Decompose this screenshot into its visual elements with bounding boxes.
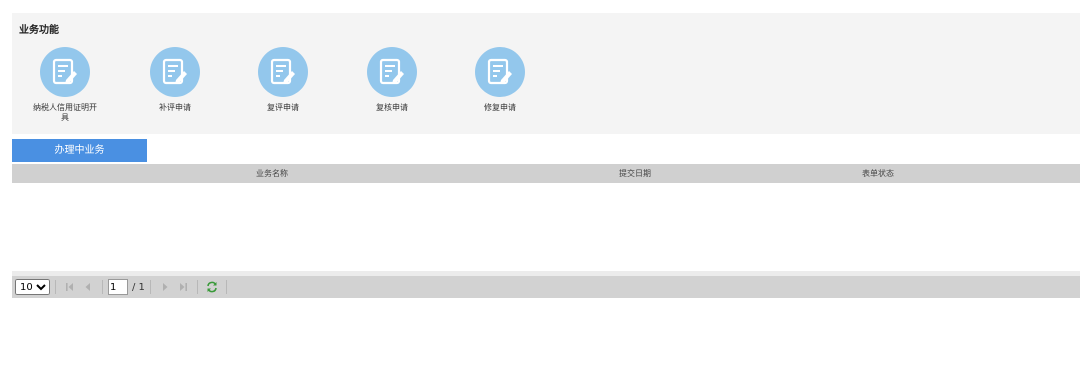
edit-document-icon[interactable] (367, 47, 417, 97)
column-header-form-status[interactable]: 表单状态 (862, 164, 894, 183)
divider (225, 280, 227, 294)
business-functions-panel: 业务功能 纳税人信用证明开具 补评申请 复评申请 复核申请 修复申请 (12, 13, 1080, 134)
refresh-icon[interactable] (206, 280, 218, 294)
tab-in-progress[interactable]: 办理中业务 (12, 139, 147, 162)
edit-document-icon[interactable] (258, 47, 308, 97)
function-repair[interactable]: 修复申请 (460, 47, 540, 113)
divider (196, 280, 198, 294)
function-label: 修复申请 (484, 103, 516, 112)
page: 业务功能 纳税人信用证明开具 补评申请 复评申请 复核申请 修复申请 办理中业务… (0, 0, 1080, 369)
section-title: 业务功能 (19, 25, 59, 36)
divider (102, 280, 103, 294)
divider (55, 280, 56, 294)
function-credit-certificate[interactable]: 纳税人信用证明开具 (25, 47, 105, 123)
table-body (12, 183, 1080, 271)
edit-document-icon[interactable] (475, 47, 525, 97)
last-page-icon[interactable] (177, 280, 189, 294)
table-header: 业务名称 提交日期 表单状态 (12, 164, 1080, 183)
prev-page-icon[interactable] (82, 280, 94, 294)
edit-document-icon[interactable] (150, 47, 200, 97)
first-page-icon[interactable] (64, 280, 76, 294)
function-supplementary-rating[interactable]: 补评申请 (135, 47, 215, 113)
column-header-business-name[interactable]: 业务名称 (256, 164, 288, 183)
edit-document-icon[interactable] (40, 47, 90, 97)
current-page-input[interactable] (108, 279, 128, 295)
function-review[interactable]: 复核申请 (352, 47, 432, 113)
function-label: 复核申请 (376, 103, 408, 112)
pagination-bar: 10 / 1 (12, 276, 1080, 298)
page-size-select[interactable]: 10 (15, 279, 50, 295)
function-re-rating[interactable]: 复评申请 (243, 47, 323, 113)
function-label: 纳税人信用证明开具 (33, 103, 97, 122)
column-header-submit-date[interactable]: 提交日期 (619, 164, 651, 183)
total-pages-text: / 1 (132, 281, 145, 293)
divider (149, 280, 151, 294)
next-page-icon[interactable] (159, 280, 171, 294)
tab-bar: 办理中业务 (12, 139, 1080, 162)
function-label: 复评申请 (267, 103, 299, 112)
function-label: 补评申请 (159, 103, 191, 112)
